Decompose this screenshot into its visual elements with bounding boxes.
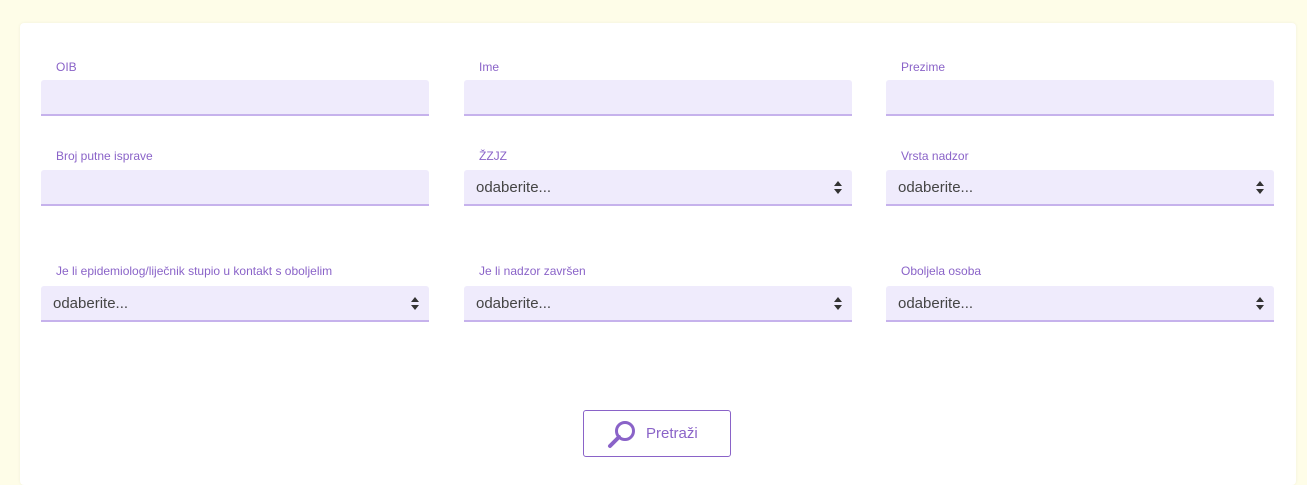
broj-putne-isprave-label: Broj putne isprave bbox=[56, 149, 153, 163]
sort-arrows-icon bbox=[834, 181, 842, 194]
vrsta-nadzor-select[interactable]: odaberite... bbox=[886, 170, 1274, 206]
oboljela-osoba-selected-value: odaberite... bbox=[898, 295, 974, 312]
oib-input[interactable] bbox=[41, 80, 429, 116]
oboljela-osoba-label: Oboljela osoba bbox=[901, 264, 982, 278]
prezime-input[interactable] bbox=[886, 80, 1274, 116]
zzjz-select[interactable]: odaberite... bbox=[464, 170, 852, 206]
kontakt-select[interactable]: odaberite... bbox=[41, 286, 429, 322]
ime-label: Ime bbox=[479, 60, 500, 74]
search-form-card: OIB Ime Prezime Broj putne isprave ŽZJZ … bbox=[20, 23, 1296, 485]
sort-arrows-icon bbox=[411, 297, 419, 310]
sort-arrows-icon bbox=[1256, 181, 1264, 194]
ime-input[interactable] bbox=[464, 80, 852, 116]
search-button-label: Pretraži bbox=[646, 425, 698, 442]
kontakt-label: Je li epidemiolog/liječnik stupio u kont… bbox=[56, 264, 333, 278]
zzjz-selected-value: odaberite... bbox=[476, 179, 552, 196]
sort-arrows-icon bbox=[1256, 297, 1264, 310]
oib-label: OIB bbox=[56, 60, 77, 74]
vrsta-nadzor-selected-value: odaberite... bbox=[898, 179, 974, 196]
zzjz-label: ŽZJZ bbox=[479, 149, 507, 163]
vrsta-nadzor-label: Vrsta nadzor bbox=[901, 149, 969, 163]
magnifier-icon bbox=[608, 421, 635, 448]
sort-arrows-icon bbox=[834, 297, 842, 310]
nadzor-zavrsen-selected-value: odaberite... bbox=[476, 295, 552, 312]
broj-putne-isprave-input[interactable] bbox=[41, 170, 429, 206]
kontakt-selected-value: odaberite... bbox=[53, 295, 129, 312]
oboljela-osoba-select[interactable]: odaberite... bbox=[886, 286, 1274, 322]
search-button[interactable]: Pretraži bbox=[583, 410, 731, 457]
nadzor-zavrsen-select[interactable]: odaberite... bbox=[464, 286, 852, 322]
nadzor-zavrsen-label: Je li nadzor završen bbox=[479, 264, 586, 278]
prezime-label: Prezime bbox=[901, 60, 946, 74]
